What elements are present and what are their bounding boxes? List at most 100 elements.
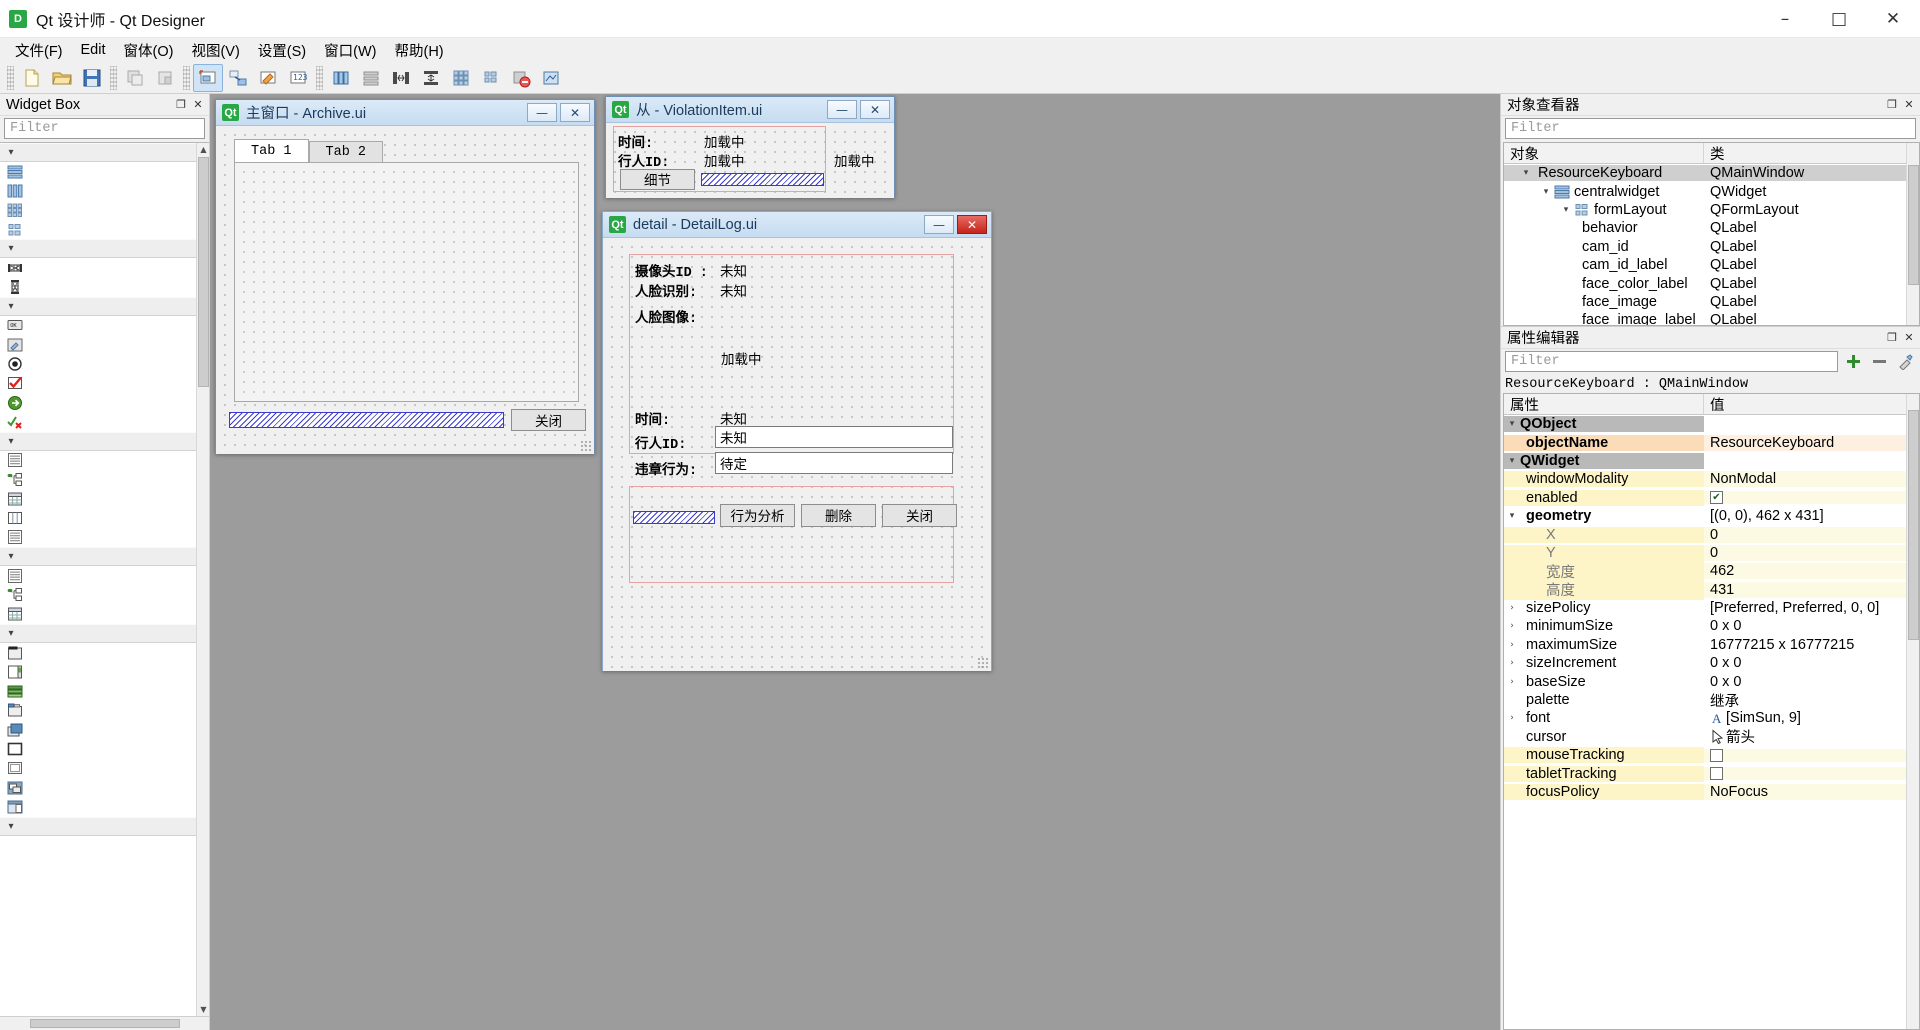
property-value[interactable]: 0 x 0 xyxy=(1704,655,1919,671)
widget-item-vertical-spacer[interactable] xyxy=(0,277,209,296)
maximize-button[interactable]: □ xyxy=(1812,0,1866,38)
remove-property-icon[interactable] xyxy=(1868,351,1890,372)
widget-item-tree-widget[interactable] xyxy=(0,585,209,604)
detail-pid-input[interactable]: 未知 xyxy=(715,426,953,448)
save-form-icon[interactable] xyxy=(77,64,107,92)
archive-horizontal-spacer[interactable] xyxy=(229,412,504,428)
property-value[interactable]: 462 xyxy=(1704,563,1919,580)
widget-item-grid-layout[interactable] xyxy=(0,201,209,220)
detail-close-button[interactable]: ✕ xyxy=(957,215,987,234)
archive-form-body[interactable]: Tab 1 Tab 2 关闭 xyxy=(216,126,594,454)
property-value[interactable]: ResourceKeyboard xyxy=(1704,434,1919,451)
scroll-down-icon[interactable]: ▼ xyxy=(197,1003,209,1016)
property-value[interactable]: 16777215 x 16777215 xyxy=(1704,637,1919,653)
toolbar-grip[interactable] xyxy=(7,65,14,90)
layout-horizontally-icon[interactable] xyxy=(326,64,356,92)
widget-box-scrollbar[interactable]: ▲ ▼ xyxy=(196,143,209,1016)
widget-item-tool-box[interactable] xyxy=(0,682,209,701)
column-header-object[interactable]: 对象 xyxy=(1504,143,1704,163)
widget-item-tool-button[interactable] xyxy=(0,335,209,354)
chevron-right-icon[interactable]: › xyxy=(1504,658,1520,668)
widget-item-table-view[interactable] xyxy=(0,489,209,508)
widget-item-dock-widget[interactable] xyxy=(0,797,209,816)
add-property-icon[interactable] xyxy=(1842,351,1864,372)
edit-signals-slots-icon[interactable] xyxy=(223,64,253,92)
widget-item-command-link-button[interactable] xyxy=(0,393,209,412)
toolbar-grip-2[interactable] xyxy=(110,65,117,90)
archive-tab-pane[interactable] xyxy=(234,162,579,402)
widget-item-form-layout[interactable] xyxy=(0,220,209,239)
toolbar-grip-4[interactable] xyxy=(316,65,323,90)
close-icon[interactable]: ✕ xyxy=(1902,331,1916,345)
property-value[interactable]: 0 xyxy=(1704,526,1919,543)
archive-close-button[interactable]: ✕ xyxy=(560,103,590,122)
float-icon[interactable]: ❐ xyxy=(1885,331,1899,345)
property-row[interactable]: › minimumSize 0 x 0 xyxy=(1504,617,1919,635)
chevron-right-icon[interactable]: › xyxy=(1504,677,1520,687)
tab-2[interactable]: Tab 2 xyxy=(308,141,384,163)
widget-category-containers[interactable]: ▾ xyxy=(0,623,209,643)
widget-item-tree-view[interactable] xyxy=(0,470,209,489)
widget-box-filter-input[interactable]: Filter xyxy=(4,118,205,139)
widget-category-layouts[interactable]: ▾ xyxy=(0,143,209,162)
object-row[interactable]: face_image_label QLabel xyxy=(1504,311,1919,325)
chevron-down-icon[interactable]: ▾ xyxy=(1504,511,1520,521)
widget-item-frame[interactable] xyxy=(0,739,209,758)
float-icon[interactable]: ❐ xyxy=(174,98,188,112)
scrollbar-thumb[interactable] xyxy=(198,157,209,387)
layout-form-icon[interactable] xyxy=(476,64,506,92)
property-value[interactable]: NoFocus xyxy=(1704,784,1919,800)
widget-item-check-box[interactable] xyxy=(0,374,209,393)
object-inspector-tree[interactable]: 对象 类 ▾ ResourceKeyboard QMainWindow ▾ centra… xyxy=(1503,142,1920,326)
object-inspector-scrollbar[interactable] xyxy=(1906,143,1919,325)
close-button[interactable]: ✕ xyxy=(1866,0,1920,38)
widget-item-push-button[interactable]: OK xyxy=(0,316,209,335)
detail-horizontal-spacer[interactable] xyxy=(633,511,715,524)
layout-grid-icon[interactable] xyxy=(446,64,476,92)
property-row[interactable]: objectName ResourceKeyboard xyxy=(1504,433,1919,451)
property-value[interactable]: 0 x 0 xyxy=(1704,674,1919,690)
widget-item-mdi-area[interactable] xyxy=(0,778,209,797)
widget-item-widget[interactable] xyxy=(0,759,209,778)
detail-close-form-button[interactable]: 关闭 xyxy=(882,504,957,527)
chevron-down-icon[interactable]: ▾ xyxy=(1504,456,1520,466)
widget-item-list-widget[interactable] xyxy=(0,566,209,585)
minimize-button[interactable]: – xyxy=(1758,0,1812,38)
scrollbar-thumb[interactable] xyxy=(1908,410,1919,640)
archive-minimize-button[interactable]: — xyxy=(527,103,557,122)
menu-help[interactable]: 帮助(H) xyxy=(385,38,452,63)
property-value[interactable]: 0 x 0 xyxy=(1704,618,1919,634)
column-header-property[interactable]: 属性 xyxy=(1504,394,1704,414)
property-row[interactable]: › font A [SimSun, 9] xyxy=(1504,709,1919,727)
property-value[interactable]: 继承 xyxy=(1704,690,1919,711)
widget-item-scroll-area[interactable] xyxy=(0,662,209,681)
archive-close-form-button[interactable]: 关闭 xyxy=(511,409,586,431)
widget-item-horizontal-spacer[interactable] xyxy=(0,258,209,277)
property-value[interactable]: A [SimSun, 9] xyxy=(1704,710,1919,726)
property-row[interactable]: X0 xyxy=(1504,525,1919,543)
design-canvas[interactable]: Qt 主窗口 - Archive.ui — ✕ Tab 1 Tab 2 关闭 Q… xyxy=(210,94,1500,1030)
property-row[interactable]: › sizeIncrement 0 x 0 xyxy=(1504,654,1919,672)
edit-tab-order-icon[interactable]: 123 xyxy=(283,64,313,92)
float-icon[interactable]: ❐ xyxy=(1885,98,1899,112)
archive-title-bar[interactable]: Qt 主窗口 - Archive.ui — ✕ xyxy=(216,100,594,126)
object-row[interactable]: ▾ formLayout QFormLayout xyxy=(1504,201,1919,219)
property-value[interactable]: 431 xyxy=(1704,581,1919,598)
widget-item-tab-widget[interactable] xyxy=(0,701,209,720)
edit-widgets-icon[interactable] xyxy=(193,63,223,92)
menu-file[interactable]: 文件(F) xyxy=(6,38,72,63)
property-value[interactable]: NonModal xyxy=(1704,471,1919,488)
chevron-right-icon[interactable]: › xyxy=(1504,713,1520,723)
close-icon[interactable]: ✕ xyxy=(191,98,205,112)
property-row[interactable]: › baseSize 0 x 0 xyxy=(1504,672,1919,690)
detail-minimize-button[interactable]: — xyxy=(924,215,954,234)
chevron-down-icon[interactable]: ▾ xyxy=(1538,187,1554,197)
detail-resize-grip[interactable] xyxy=(977,657,989,669)
object-row[interactable]: face_image QLabel xyxy=(1504,293,1919,311)
widget-item-column-view[interactable] xyxy=(0,508,209,527)
object-row[interactable]: ▾ centralwidget QWidget xyxy=(1504,182,1919,200)
chevron-right-icon[interactable]: › xyxy=(1504,603,1520,613)
property-row[interactable]: 宽度 462 xyxy=(1504,560,1919,582)
chevron-right-icon[interactable]: › xyxy=(1504,621,1520,631)
widget-item-undo-view[interactable] xyxy=(0,528,209,547)
